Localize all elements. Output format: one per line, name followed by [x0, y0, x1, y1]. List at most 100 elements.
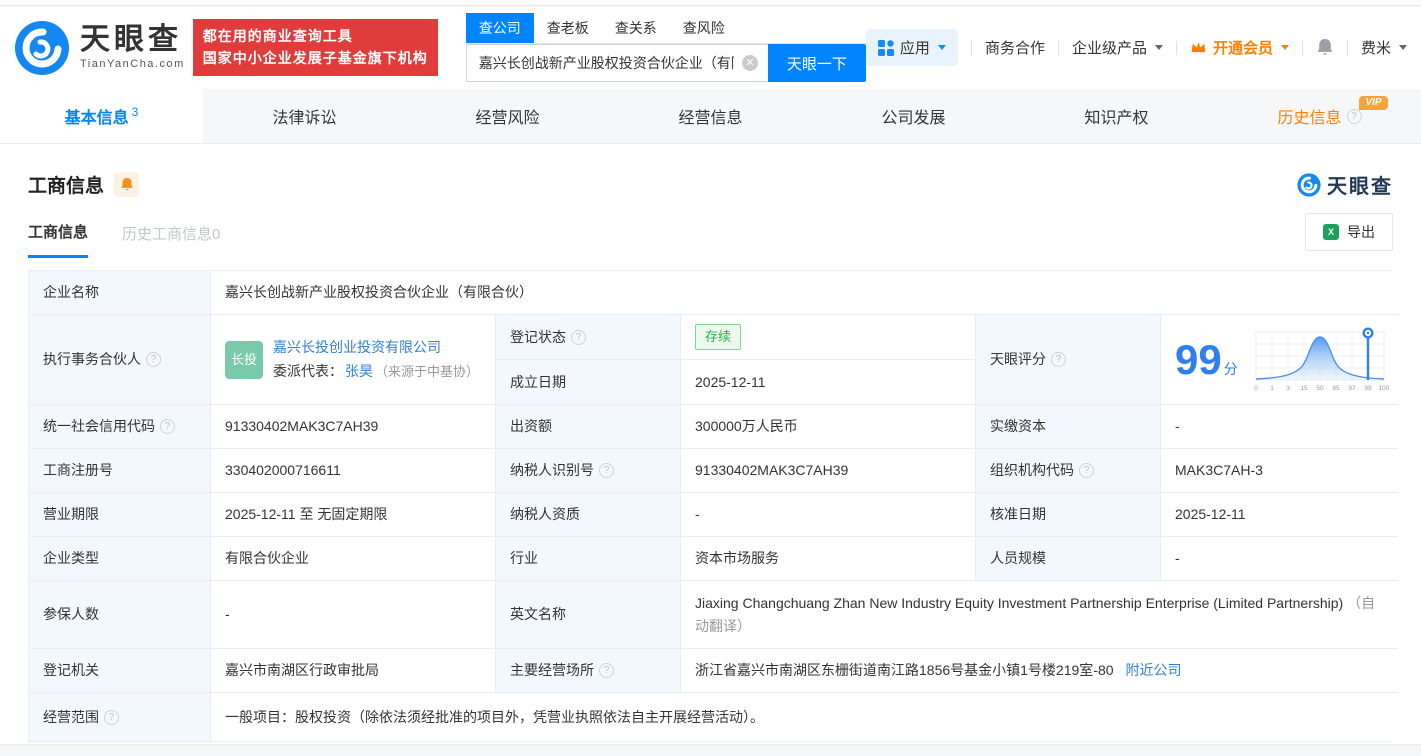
nav-cooperation-label: 商务合作: [984, 40, 1045, 57]
value-industry: 资本市场服务: [681, 537, 976, 581]
bell-icon: [120, 177, 133, 191]
value-capital: 300000万人民币: [681, 405, 976, 449]
svg-text:97: 97: [1348, 385, 1356, 392]
help-icon[interactable]: ?: [599, 663, 614, 678]
svg-text:99: 99: [1364, 385, 1372, 392]
partner-company-link[interactable]: 嘉兴长投创业投资有限公司: [273, 337, 479, 358]
tab-operation-info-label: 经营信息: [678, 110, 743, 127]
value-business-address: 浙江省嘉兴市南湖区东栅街道南江路1856号基金小镇1号楼219室-80 附近公司: [681, 649, 1398, 693]
tab-intellectual-property[interactable]: 知识产权: [1015, 89, 1218, 143]
label-establish-date: 成立日期: [496, 360, 681, 405]
help-icon[interactable]: ?: [104, 709, 119, 725]
help-icon[interactable]: ?: [160, 419, 175, 434]
label-company-type: 企业类型: [29, 537, 211, 581]
label-company-name: 企业名称: [29, 271, 211, 315]
label-industry: 行业: [496, 537, 681, 581]
tab-basic-info[interactable]: 基本信息 3: [0, 89, 203, 143]
tab-legal-litigation-label: 法律诉讼: [272, 110, 337, 127]
help-icon[interactable]: ?: [1079, 463, 1094, 478]
svg-text:15: 15: [1300, 385, 1308, 392]
logo-brand-text: 天眼查: [80, 23, 182, 56]
export-button[interactable]: X 导出: [1305, 213, 1393, 251]
chevron-down-icon: [1280, 45, 1289, 50]
nav-enterprise-products[interactable]: 企业级产品: [1072, 37, 1163, 58]
tianyancha-logo-icon: [15, 20, 69, 75]
label-insured-count: 参保人数: [29, 581, 211, 649]
value-taxpayer-id: 91330402MAK3C7AH39: [681, 449, 976, 493]
nav-divider: [1057, 40, 1059, 55]
notification-bell-icon[interactable]: [1316, 38, 1334, 57]
svg-text:85: 85: [1332, 385, 1340, 392]
help-icon[interactable]: ?: [1346, 108, 1362, 124]
tab-history-info-label: 历史信息: [1277, 110, 1342, 127]
value-paid-capital: -: [1161, 405, 1398, 449]
clear-search-icon[interactable]: ✕: [741, 55, 758, 71]
value-executive-partner: 长投 嘉兴长投创业投资有限公司 委派代表： 张昊 （来源于中基协）: [211, 315, 496, 405]
search-tab-company[interactable]: 查公司: [465, 13, 534, 43]
search-tab-relation[interactable]: 查关系: [602, 13, 670, 43]
tab-operation-info[interactable]: 经营信息: [609, 89, 812, 143]
tab-operation-risk[interactable]: 经营风险: [406, 89, 609, 143]
tab-company-development[interactable]: 公司发展: [812, 89, 1015, 143]
help-icon[interactable]: ?: [571, 329, 586, 345]
tab-history-info[interactable]: VIP 历史信息 ?: [1218, 89, 1421, 143]
label-executive-partner: 执行事务合伙人 ?: [29, 315, 211, 405]
search-tab-risk[interactable]: 查风险: [670, 13, 738, 43]
rep-name-link[interactable]: 张昊: [345, 361, 373, 382]
value-business-term: 2025-12-11 至 无固定期限: [211, 493, 496, 537]
help-icon[interactable]: ?: [599, 463, 614, 478]
tab-intellectual-property-label: 知识产权: [1084, 110, 1149, 127]
tianyancha-logo[interactable]: 天眼查 TianYanCha.com: [14, 20, 185, 76]
search-area: 查公司 查老板 查关系 查风险 ✕ 天眼一下: [465, 13, 866, 82]
value-approval-date: 2025-12-11: [1161, 493, 1398, 537]
help-icon[interactable]: ?: [1051, 352, 1066, 367]
value-reg-authority: 嘉兴市南湖区行政审批局: [211, 649, 496, 693]
subscribe-bell-button[interactable]: [114, 172, 140, 197]
value-business-scope: 一般项目：股权投资（除依法须经批准的项目外，凭营业执照依法自主开展经营活动）。: [211, 693, 1398, 741]
chevron-down-icon: [1154, 45, 1163, 50]
label-business-address: 主要经营场所 ?: [496, 649, 681, 693]
subtab-business-info[interactable]: 工商信息: [28, 221, 89, 258]
tianyancha-watermark-icon: [1297, 172, 1321, 197]
label-business-scope: 经营范围 ?: [29, 693, 211, 741]
value-reg-status: 存续: [681, 315, 976, 360]
label-paid-capital: 实缴资本: [976, 405, 1161, 449]
label-capital: 出资额: [496, 405, 681, 449]
nav-enterprise-label: 企业级产品: [1071, 40, 1147, 57]
nav-apps[interactable]: 应用: [865, 29, 958, 66]
nav-divider: [1301, 40, 1303, 55]
nav-user[interactable]: 费米: [1361, 37, 1407, 58]
brand-slogan: 都在用的商业查询工具 国家中小企业发展子基金旗下机构: [192, 18, 438, 77]
nav-open-vip[interactable]: 开通会员: [1190, 37, 1289, 58]
nav-cooperation[interactable]: 商务合作: [985, 37, 1045, 58]
slogan-line-2: 国家中小企业发展子基金旗下机构: [202, 49, 428, 66]
tab-basic-info-label: 基本信息: [64, 110, 129, 127]
search-button[interactable]: 天眼一下: [767, 44, 866, 82]
value-taxpayer-quality: -: [681, 493, 976, 537]
rep-label: 委派代表：: [273, 363, 343, 379]
value-insured-count: -: [211, 581, 496, 649]
subtab-history-business-info[interactable]: 历史工商信息0: [122, 223, 220, 257]
score-distribution-chart: 0 1 3 15 50 85 97 99 100: [1254, 326, 1390, 392]
partner-avatar[interactable]: 长投: [225, 340, 263, 379]
label-taxpayer-id: 纳税人识别号 ?: [496, 449, 681, 493]
main-content: 工商信息 天眼查 工商信息 历史工商信息0 X 导出 企业名称 嘉兴长创战新产业…: [0, 170, 1421, 742]
label-staff-size: 人员规模: [976, 537, 1161, 581]
help-icon[interactable]: ?: [146, 352, 161, 367]
search-tabs: 查公司 查老板 查关系 查风险: [465, 13, 866, 44]
nearby-companies-link[interactable]: 附近公司: [1126, 660, 1182, 681]
search-tab-boss[interactable]: 查老板: [534, 13, 602, 43]
search-input[interactable]: [465, 44, 768, 82]
label-english-name: 英文名称: [496, 581, 681, 649]
nav-divider: [1346, 40, 1348, 55]
value-tianyan-score: 99 分 0 1 3 15 50 85 97 99 100: [1161, 315, 1398, 405]
label-approval-date: 核准日期: [976, 493, 1161, 537]
label-taxpayer-quality: 纳税人资质: [496, 493, 681, 537]
nav-divider: [1175, 40, 1177, 55]
crown-icon: [1191, 42, 1206, 53]
value-org-code: MAK3C7AH-3: [1161, 449, 1398, 493]
page-bottom-strip: [0, 744, 1421, 756]
value-credit-code: 91330402MAK3C7AH39: [211, 405, 496, 449]
svg-text:3: 3: [1286, 385, 1290, 392]
tab-legal-litigation[interactable]: 法律诉讼: [203, 89, 406, 143]
